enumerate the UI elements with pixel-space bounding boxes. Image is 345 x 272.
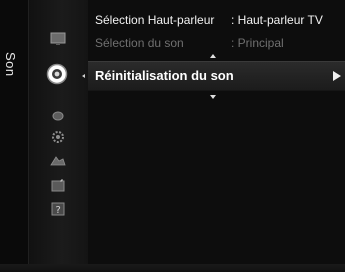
scroll-down-arrow-icon[interactable] — [210, 95, 216, 99]
scroll-up-arrow-icon[interactable] — [210, 54, 216, 58]
menu-item-label: Réinitialisation du son — [95, 68, 234, 83]
menu-item-label: Sélection du son — [95, 36, 184, 50]
menu-item-selection-du-son[interactable]: Sélection du son : Principal — [88, 33, 345, 53]
bottom-bar — [0, 264, 345, 272]
menu-item-selection-haut-parleur[interactable]: Sélection Haut-parleur : Haut-parleur TV — [88, 10, 345, 30]
menu-panel: Sélection Haut-parleur : Haut-parleur TV… — [82, 0, 345, 272]
left-arrow-icon — [82, 74, 85, 78]
section-title: Son — [3, 52, 18, 77]
tv-menu-screen: Son ? Sélection Haut-parleur: Haut-parl… — [0, 0, 345, 272]
menu-item-value: : Haut-parleur TV — [231, 13, 323, 27]
picture-icon[interactable] — [49, 30, 67, 48]
application-icon[interactable] — [49, 177, 67, 195]
menu-item-value: : Principal — [231, 36, 284, 50]
svg-text:?: ? — [56, 205, 61, 216]
channel-icon[interactable] — [49, 107, 67, 125]
sound-icon[interactable] — [45, 62, 69, 86]
icon-column: ? — [28, 0, 89, 272]
right-arrow-icon[interactable] — [333, 71, 341, 81]
setup-icon[interactable] — [49, 128, 67, 146]
menu-item-label: Sélection Haut-parleur — [95, 13, 215, 27]
left-strip: Son — [0, 0, 28, 272]
support-icon[interactable]: ? — [49, 200, 67, 218]
menu-item-reinitialisation-du-son[interactable]: Réinitialisation du son — [82, 61, 345, 91]
input-icon[interactable] — [49, 152, 67, 170]
